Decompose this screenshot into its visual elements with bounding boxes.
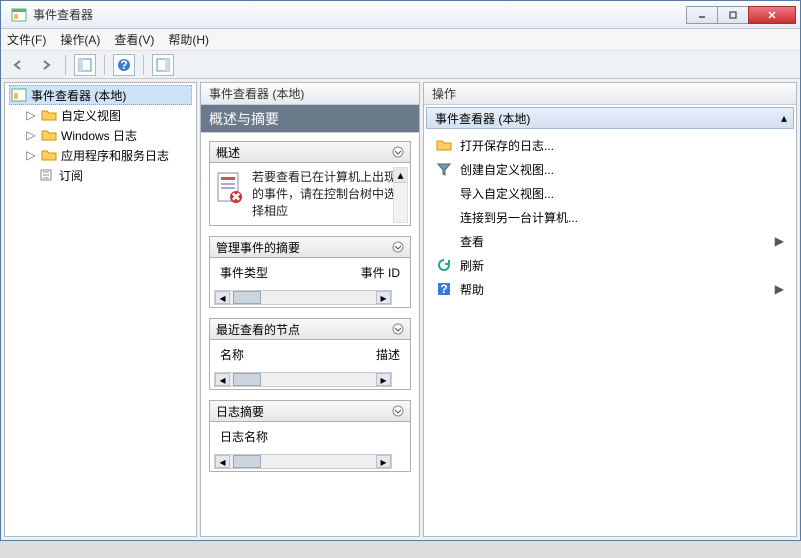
- detail-body: 概述 ✖ 若要查看已在计算机上出现的事件，请在控制台树中选择相应 ▴ 管理事件的…: [201, 133, 419, 536]
- action-open-saved-log[interactable]: 打开保存的日志...: [428, 133, 792, 157]
- menubar: 文件(F) 操作(A) 查看(V) 帮助(H): [1, 29, 800, 51]
- app-window: 事件查看器 文件(F) 操作(A) 查看(V) 帮助(H) ? 事件查看器 (本…: [0, 0, 801, 541]
- expand-icon[interactable]: ▷: [25, 148, 37, 162]
- help-button[interactable]: ?: [113, 54, 135, 76]
- folder-open-icon: [436, 137, 452, 153]
- show-tree-button[interactable]: [74, 54, 96, 76]
- overview-section: 概述 ✖ 若要查看已在计算机上出现的事件，请在控制台树中选择相应 ▴: [209, 141, 411, 226]
- tree-label: 订阅: [59, 167, 83, 184]
- tree-label: 自定义视图: [61, 107, 121, 124]
- col-log-name[interactable]: 日志名称: [220, 428, 268, 445]
- detail-header: 事件查看器 (本地): [201, 83, 419, 105]
- tree: 事件查看器 (本地) ▷ 自定义视图 ▷ Windows 日志 ▷ 应用程序和服…: [5, 83, 196, 187]
- expand-icon[interactable]: ▷: [25, 108, 37, 122]
- log-summary-title[interactable]: 日志摘要: [209, 400, 411, 422]
- collapse-icon: ▴: [781, 111, 787, 125]
- content-area: 事件查看器 (本地) ▷ 自定义视图 ▷ Windows 日志 ▷ 应用程序和服…: [1, 79, 800, 540]
- menu-view[interactable]: 查看(V): [114, 31, 154, 48]
- admin-summary-title[interactable]: 管理事件的摘要: [209, 236, 411, 258]
- col-event-id[interactable]: 事件 ID: [361, 264, 400, 281]
- menu-file[interactable]: 文件(F): [7, 31, 46, 48]
- collapse-icon: [392, 405, 404, 417]
- refresh-icon: [436, 257, 452, 273]
- log-icon: ✖: [216, 171, 244, 205]
- svg-text:?: ?: [120, 58, 127, 72]
- help-icon: ?: [436, 281, 452, 297]
- actions-pane: 操作 事件查看器 (本地) ▴ 打开保存的日志... 创建自定义视图... 导入…: [423, 82, 797, 537]
- recent-nodes-section: 最近查看的节点 名称 描述 ◂▸: [209, 318, 411, 390]
- detail-pane: 事件查看器 (本地) 概述与摘要 概述 ✖ 若要查看已在计算机上出现的事件，请在…: [200, 82, 420, 537]
- action-help[interactable]: ? 帮助 ▶: [428, 277, 792, 301]
- horizontal-scrollbar[interactable]: ◂▸: [214, 372, 392, 387]
- toolbar: ?: [1, 51, 800, 79]
- folder-icon: [41, 107, 57, 123]
- action-import-custom-view[interactable]: 导入自定义视图...: [428, 181, 792, 205]
- tree-custom-views[interactable]: ▷ 自定义视图: [9, 105, 192, 125]
- titlebar: 事件查看器: [1, 1, 800, 29]
- subscription-icon: [39, 167, 55, 183]
- horizontal-scrollbar[interactable]: ◂▸: [214, 290, 392, 305]
- action-refresh[interactable]: 刷新: [428, 253, 792, 277]
- log-summary-body: 日志名称 ◂▸: [209, 422, 411, 472]
- tree-pane: 事件查看器 (本地) ▷ 自定义视图 ▷ Windows 日志 ▷ 应用程序和服…: [4, 82, 197, 537]
- toolbar-separator: [65, 55, 66, 75]
- tree-root-label: 事件查看器 (本地): [31, 87, 126, 104]
- tree-app-service-logs[interactable]: ▷ 应用程序和服务日志: [9, 145, 192, 165]
- col-event-type[interactable]: 事件类型: [220, 264, 268, 281]
- menu-action[interactable]: 操作(A): [60, 31, 100, 48]
- submenu-arrow-icon: ▶: [775, 282, 784, 296]
- folder-icon: [41, 147, 57, 163]
- tree-label: 应用程序和服务日志: [61, 147, 169, 164]
- overview-title[interactable]: 概述: [209, 141, 411, 163]
- expand-icon[interactable]: ▷: [25, 128, 37, 142]
- folder-icon: [41, 127, 57, 143]
- recent-nodes-body: 名称 描述 ◂▸: [209, 340, 411, 390]
- vertical-scrollbar[interactable]: ▴: [393, 167, 408, 223]
- show-actions-button[interactable]: [152, 54, 174, 76]
- back-button[interactable]: [7, 54, 29, 76]
- col-name[interactable]: 名称: [220, 346, 244, 363]
- svg-text:✖: ✖: [231, 190, 241, 204]
- submenu-arrow-icon: ▶: [775, 234, 784, 248]
- toolbar-separator: [104, 55, 105, 75]
- overview-body: ✖ 若要查看已在计算机上出现的事件，请在控制台树中选择相应 ▴: [209, 163, 411, 226]
- tree-root[interactable]: 事件查看器 (本地): [9, 85, 192, 105]
- window-title: 事件查看器: [33, 6, 687, 23]
- actions-list: 打开保存的日志... 创建自定义视图... 导入自定义视图... 连接到另一台计…: [424, 131, 796, 303]
- minimize-button[interactable]: [686, 6, 718, 24]
- tree-label: Windows 日志: [61, 127, 137, 144]
- collapse-icon: [392, 146, 404, 158]
- action-connect-computer[interactable]: 连接到另一台计算机...: [428, 205, 792, 229]
- filter-icon: [436, 161, 452, 177]
- admin-summary-body: 事件类型 事件 ID ◂▸: [209, 258, 411, 308]
- tree-subscriptions[interactable]: 订阅: [9, 165, 192, 185]
- close-button[interactable]: [748, 6, 796, 24]
- admin-summary-section: 管理事件的摘要 事件类型 事件 ID ◂▸: [209, 236, 411, 308]
- forward-button[interactable]: [35, 54, 57, 76]
- action-create-custom-view[interactable]: 创建自定义视图...: [428, 157, 792, 181]
- toolbar-separator: [143, 55, 144, 75]
- tree-windows-logs[interactable]: ▷ Windows 日志: [9, 125, 192, 145]
- actions-subheader[interactable]: 事件查看器 (本地) ▴: [426, 107, 794, 129]
- actions-header: 操作: [424, 83, 796, 105]
- action-view[interactable]: 查看 ▶: [428, 229, 792, 253]
- collapse-icon: [392, 241, 404, 253]
- log-summary-section: 日志摘要 日志名称 ◂▸: [209, 400, 411, 472]
- overview-header: 概述与摘要: [201, 105, 419, 133]
- svg-text:?: ?: [440, 282, 447, 296]
- overview-text: ✖ 若要查看已在计算机上出现的事件，请在控制台树中选择相应: [216, 169, 404, 219]
- collapse-icon: [392, 323, 404, 335]
- app-icon: [11, 7, 27, 23]
- recent-nodes-title[interactable]: 最近查看的节点: [209, 318, 411, 340]
- menu-help[interactable]: 帮助(H): [168, 31, 209, 48]
- maximize-button[interactable]: [717, 6, 749, 24]
- horizontal-scrollbar[interactable]: ◂▸: [214, 454, 392, 469]
- col-desc[interactable]: 描述: [376, 346, 400, 363]
- eventviewer-icon: [11, 87, 27, 103]
